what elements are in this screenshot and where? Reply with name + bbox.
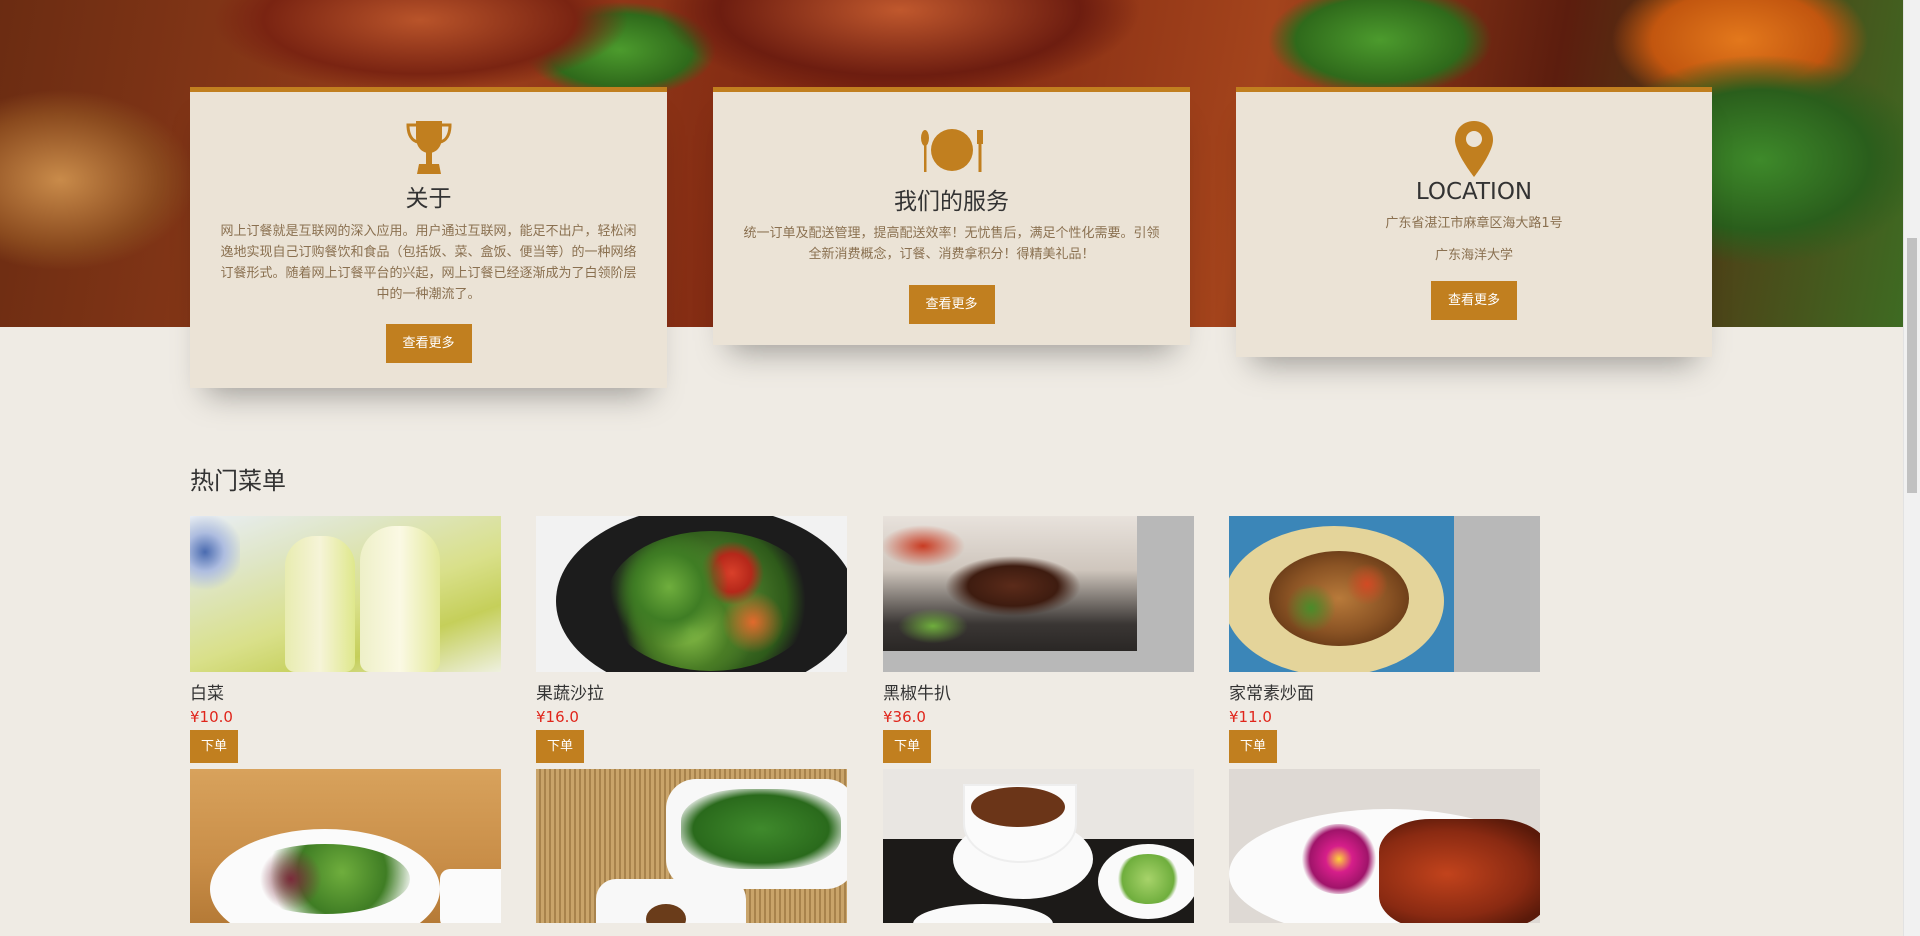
location-more-button[interactable]: 查看更多	[1431, 281, 1517, 320]
vertical-scrollbar[interactable]	[1903, 0, 1920, 936]
school-line: 广东海洋大学	[1434, 248, 1513, 263]
dish-name: 白菜	[190, 684, 224, 704]
location-card: LOCATION 广东省湛江市麻章区海大路1号 广东海洋大学 查看更多	[1236, 87, 1712, 357]
dish-image[interactable]	[536, 516, 847, 672]
dish-image[interactable]	[190, 769, 501, 923]
dish-name: 黑椒牛扒	[883, 684, 951, 704]
menu-item	[536, 769, 847, 923]
menu-item: 果蔬沙拉 ¥16.0 下单	[536, 516, 847, 763]
about-card: 关于 网上订餐就是互联网的深入应用。用户通过互联网，能足不出户，轻松闲逸地实现自…	[190, 87, 667, 388]
dish-name: 果蔬沙拉	[536, 684, 604, 704]
dish-image[interactable]	[536, 769, 847, 923]
dish-price: ¥10.0	[190, 708, 233, 726]
card-title: 关于	[405, 186, 452, 212]
menu-item	[1229, 769, 1540, 923]
dish-image[interactable]	[190, 516, 501, 672]
about-more-button[interactable]: 查看更多	[385, 324, 472, 363]
dish-price: ¥36.0	[883, 708, 926, 726]
hot-menu-title: 热门菜单	[190, 467, 286, 495]
card-text: 网上订餐就是互联网的深入应用。用户通过互联网，能足不出户，轻松闲逸地实现自己订购…	[220, 224, 637, 302]
trophy-icon	[405, 121, 452, 174]
location-pin-icon	[1455, 121, 1493, 177]
menu-item	[190, 769, 501, 923]
menu-item: 黑椒牛扒 ¥36.0 下单	[883, 516, 1194, 763]
order-button[interactable]: 下单	[883, 730, 931, 763]
card-title: LOCATION	[1415, 179, 1533, 205]
menu-item: 家常素炒面 ¥11.0 下单	[1229, 516, 1540, 763]
order-button[interactable]: 下单	[536, 730, 584, 763]
dish-image[interactable]	[1229, 769, 1540, 923]
dish-image[interactable]	[883, 516, 1194, 672]
scrollbar-thumb[interactable]	[1907, 238, 1917, 493]
menu-item	[883, 769, 1194, 923]
dish-price: ¥16.0	[536, 708, 579, 726]
service-card: 我们的服务 统一订单及配送管理，提高配送效率！无忧售后，满足个性化需要。引领全新…	[713, 87, 1190, 345]
plate-cutlery-icon	[920, 129, 983, 172]
card-title: 我们的服务	[894, 189, 1009, 215]
card-text: 统一订单及配送管理，提高配送效率！无忧售后，满足个性化需要。引领全新消费概念，订…	[743, 226, 1160, 262]
dish-price: ¥11.0	[1229, 708, 1272, 726]
dish-name: 家常素炒面	[1229, 684, 1314, 704]
dish-image[interactable]	[883, 769, 1194, 923]
menu-item: 白菜 ¥10.0 下单	[190, 516, 501, 763]
address-line: 广东省湛江市麻章区海大路1号	[1385, 216, 1563, 231]
order-button[interactable]: 下单	[190, 730, 238, 763]
order-button[interactable]: 下单	[1229, 730, 1277, 763]
dish-image[interactable]	[1229, 516, 1540, 672]
service-more-button[interactable]: 查看更多	[908, 285, 995, 324]
